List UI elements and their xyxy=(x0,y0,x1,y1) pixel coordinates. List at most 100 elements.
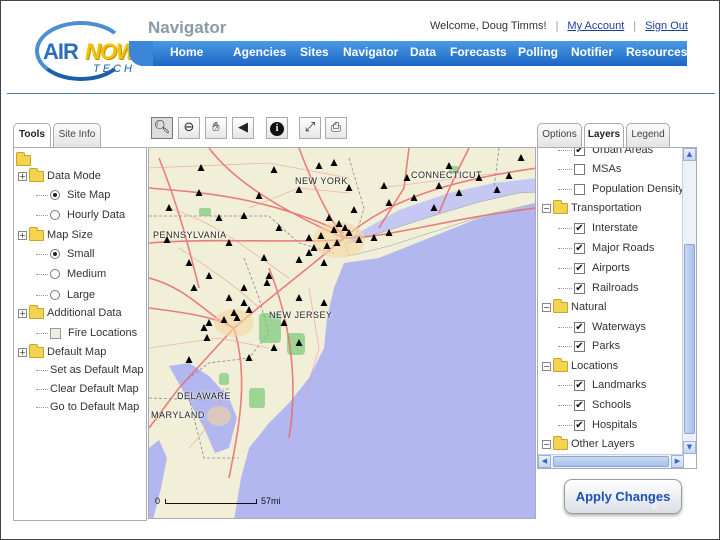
monitoring-site-marker[interactable] xyxy=(240,284,248,291)
checkbox-fire-locations[interactable] xyxy=(50,327,61,339)
tab-layers[interactable]: Layers xyxy=(584,123,624,148)
hand-pan-icon[interactable]: ✋︎ xyxy=(205,117,227,139)
radio-large[interactable] xyxy=(50,290,60,300)
back-arrow-icon[interactable]: ◀ xyxy=(232,117,254,139)
link-set-default-map[interactable]: Set as Default Map xyxy=(36,362,144,378)
map-canvas[interactable]: NEW YORK CONNECTICUT PENNSYLVANIA NEW JE… xyxy=(148,147,536,519)
monitoring-site-marker[interactable] xyxy=(320,299,328,306)
collapse-icon[interactable]: − xyxy=(542,302,551,312)
action-label[interactable]: Go to Default Map xyxy=(50,401,139,413)
monitoring-site-marker[interactable] xyxy=(240,212,248,219)
checkbox-schools[interactable]: ✔ xyxy=(574,399,585,411)
monitoring-site-marker[interactable] xyxy=(260,254,268,261)
monitoring-site-marker[interactable] xyxy=(330,226,338,233)
info-icon[interactable]: i xyxy=(266,117,288,139)
layer-urban-areas[interactable]: ✔ Urban Areas xyxy=(558,148,653,158)
option-hourly-data[interactable]: Hourly Data xyxy=(36,207,125,223)
option-site-map[interactable]: Site Map xyxy=(36,187,110,203)
action-label[interactable]: Clear Default Map xyxy=(50,383,139,395)
monitoring-site-marker[interactable] xyxy=(270,344,278,351)
full-extent-icon[interactable]: ⤢ xyxy=(299,117,321,139)
airnow-tech-logo[interactable]: AIR NOW TECH xyxy=(35,21,143,83)
monitoring-site-marker[interactable] xyxy=(445,162,453,169)
tree-node-data-mode[interactable]: + Data Mode xyxy=(18,167,101,184)
monitoring-site-marker[interactable] xyxy=(475,174,483,181)
monitoring-site-marker[interactable] xyxy=(220,316,228,323)
layer-schools[interactable]: ✔ Schools xyxy=(558,397,631,413)
monitoring-site-marker[interactable] xyxy=(265,272,273,279)
radio-medium[interactable] xyxy=(50,269,60,279)
monitoring-site-marker[interactable] xyxy=(370,234,378,241)
monitoring-site-marker[interactable] xyxy=(335,220,343,227)
monitoring-site-marker[interactable] xyxy=(197,164,205,171)
layer-population-density[interactable]: Population Density xyxy=(558,181,684,197)
monitoring-site-marker[interactable] xyxy=(295,186,303,193)
monitoring-site-marker[interactable] xyxy=(205,272,213,279)
zoom-out-icon[interactable]: ⊖ xyxy=(178,117,200,139)
monitoring-site-marker[interactable] xyxy=(380,182,388,189)
action-label[interactable]: Set as Default Map xyxy=(50,364,144,376)
nav-navigator[interactable]: Navigator xyxy=(343,45,398,59)
link-clear-default-map[interactable]: Clear Default Map xyxy=(36,381,139,397)
checkbox-waterways[interactable]: ✔ xyxy=(574,321,585,333)
collapse-icon[interactable]: − xyxy=(542,361,551,371)
radio-hourly-data[interactable] xyxy=(50,210,60,220)
monitoring-site-marker[interactable] xyxy=(325,214,333,221)
monitoring-site-marker[interactable] xyxy=(435,182,443,189)
nav-notifier[interactable]: Notifier xyxy=(571,45,613,59)
tab-site-info[interactable]: Site Info xyxy=(53,123,101,147)
nav-data[interactable]: Data xyxy=(410,45,436,59)
checkbox-interstate[interactable]: ✔ xyxy=(574,222,585,234)
layer-major-roads[interactable]: ✔ Major Roads xyxy=(558,240,654,256)
nav-resources[interactable]: Resources xyxy=(626,45,687,59)
monitoring-site-marker[interactable] xyxy=(215,214,223,221)
tab-options[interactable]: Options xyxy=(537,123,582,147)
monitoring-site-marker[interactable] xyxy=(203,334,211,341)
monitoring-site-marker[interactable] xyxy=(245,306,253,313)
monitoring-site-marker[interactable] xyxy=(355,236,363,243)
monitoring-site-marker[interactable] xyxy=(225,294,233,301)
scroll-left-icon[interactable]: ◀ xyxy=(538,455,551,468)
monitoring-site-marker[interactable] xyxy=(270,166,278,173)
monitoring-site-marker[interactable] xyxy=(190,284,198,291)
nav-sites[interactable]: Sites xyxy=(300,45,329,59)
checkbox-major-roads[interactable]: ✔ xyxy=(574,242,585,254)
monitoring-site-marker[interactable] xyxy=(430,204,438,211)
monitoring-site-marker[interactable] xyxy=(517,154,525,161)
monitoring-site-marker[interactable] xyxy=(323,242,331,249)
monitoring-site-marker[interactable] xyxy=(165,204,173,211)
checkbox-landmarks[interactable]: ✔ xyxy=(574,379,585,391)
tab-tools[interactable]: Tools xyxy=(13,123,51,148)
layer-airports[interactable]: ✔ Airports xyxy=(558,260,630,276)
monitoring-site-marker[interactable] xyxy=(345,184,353,191)
scroll-down-icon[interactable]: ▼ xyxy=(683,441,696,454)
radio-small[interactable] xyxy=(50,249,60,259)
monitoring-site-marker[interactable] xyxy=(455,189,463,196)
checkbox-airports[interactable]: ✔ xyxy=(574,262,585,274)
monitoring-site-marker[interactable] xyxy=(320,259,328,266)
monitoring-site-marker[interactable] xyxy=(195,189,203,196)
expand-icon[interactable]: + xyxy=(18,230,27,240)
tree-node-default-map[interactable]: + Default Map xyxy=(18,343,106,360)
option-medium[interactable]: Medium xyxy=(36,266,106,282)
monitoring-site-marker[interactable] xyxy=(295,339,303,346)
monitoring-site-marker[interactable] xyxy=(255,192,263,199)
monitoring-site-marker[interactable] xyxy=(333,239,341,246)
zoom-in-icon[interactable]: 🔍︎ xyxy=(151,117,173,139)
nav-agencies[interactable]: Agencies xyxy=(233,45,286,59)
my-account-link[interactable]: My Account xyxy=(567,20,624,32)
monitoring-site-marker[interactable] xyxy=(341,224,349,231)
layer-group-natural[interactable]: − Natural xyxy=(542,298,606,315)
monitoring-site-marker[interactable] xyxy=(185,259,193,266)
scroll-thumb[interactable] xyxy=(684,244,695,434)
layer-group-transportation[interactable]: − Transportation xyxy=(542,199,642,216)
collapse-icon[interactable]: − xyxy=(542,439,551,449)
option-small[interactable]: Small xyxy=(36,246,95,262)
monitoring-site-marker[interactable] xyxy=(230,309,238,316)
checkbox-hospitals[interactable]: ✔ xyxy=(574,419,585,431)
layer-parks[interactable]: ✔ Parks xyxy=(558,338,620,354)
apply-changes-button[interactable]: Apply Changes xyxy=(564,479,682,514)
scroll-up-icon[interactable]: ▲ xyxy=(683,148,696,161)
radio-site-map[interactable] xyxy=(50,190,60,200)
scroll-right-icon[interactable]: ▶ xyxy=(671,455,684,468)
